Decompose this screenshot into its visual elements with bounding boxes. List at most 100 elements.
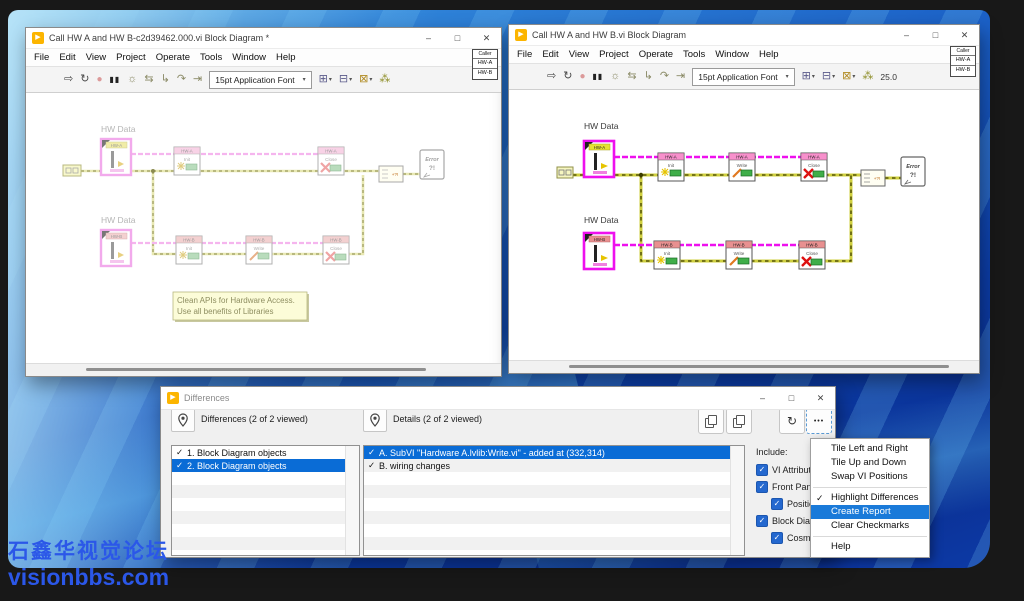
node-hwa-close[interactable]: HW-A Close	[318, 147, 344, 175]
reorder-objects-dropdown[interactable]: ⁂	[862, 71, 873, 82]
highlight-execution-icon[interactable]: ☼	[127, 74, 137, 85]
horizontal-scrollbar[interactable]	[509, 360, 979, 373]
reorder-objects-dropdown[interactable]: ⁂	[379, 74, 390, 85]
retain-wire-values-icon[interactable]: ⇆	[144, 74, 153, 85]
menu-item-view[interactable]: View	[81, 52, 111, 63]
error-dialog-node[interactable]: Error ?!	[901, 157, 925, 186]
step-out-icon[interactable]: ⇥	[676, 71, 685, 82]
titlebar[interactable]: ▶ Call HW A and HW B.vi Block Diagram – …	[509, 25, 979, 45]
menu-item-view[interactable]: View	[564, 49, 594, 60]
checkbox[interactable]: ✓	[756, 481, 768, 493]
pin-details-button[interactable]	[363, 408, 387, 432]
node-hwb-init[interactable]: HW-B Init	[176, 236, 202, 264]
node-hwa-init[interactable]: HW-A Init	[658, 153, 684, 181]
maximize-button[interactable]: □	[777, 388, 806, 408]
run-button[interactable]: ⇨	[64, 74, 73, 85]
error-constant[interactable]	[63, 165, 81, 176]
more-options-button[interactable]: •••	[806, 408, 832, 434]
distribute-objects-dropdown[interactable]: ⊟▾	[822, 71, 835, 82]
resize-objects-dropdown[interactable]: ⊠▾	[359, 74, 372, 85]
context-menu-item-create-report[interactable]: Create Report	[811, 505, 929, 519]
step-into-icon[interactable]: ↳	[644, 71, 653, 82]
node-hwb-init[interactable]: HW-B Init	[654, 241, 680, 269]
titlebar[interactable]: ▶ Call HW A and HW B-c2d39462.000.vi Blo…	[26, 28, 501, 48]
menu-item-tools[interactable]: Tools	[678, 49, 710, 60]
minimize-button[interactable]: –	[414, 28, 443, 48]
list-scrollbar[interactable]	[730, 446, 744, 555]
retain-wire-values-icon[interactable]: ⇆	[627, 71, 636, 82]
refresh-button[interactable]: ↻	[779, 408, 805, 434]
pause-button[interactable]: ▮▮	[109, 76, 120, 84]
minimize-button[interactable]: –	[892, 25, 921, 45]
scrollbar-thumb[interactable]	[569, 365, 949, 368]
merge-errors-node[interactable]: +?!	[379, 166, 403, 182]
node-hwb-write[interactable]: HW-B Write	[726, 241, 752, 269]
pause-button[interactable]: ▮▮	[592, 73, 603, 81]
highlight-execution-icon[interactable]: ☼	[610, 71, 620, 82]
context-menu-item-help[interactable]: Help	[811, 540, 929, 554]
merge-errors-node[interactable]: +?!	[861, 170, 885, 186]
step-over-icon[interactable]: ↷	[177, 74, 186, 85]
cluster-hwa-constant[interactable]: HW-A	[101, 139, 131, 175]
node-hwa-init[interactable]: HW-A Init	[174, 147, 200, 175]
context-menu-item-highlight-differences[interactable]: ✓Highlight Differences	[811, 491, 929, 505]
list-scrollbar[interactable]	[345, 446, 359, 555]
horizontal-scrollbar[interactable]	[26, 363, 501, 376]
pin-differences-button[interactable]	[171, 408, 195, 432]
cluster-hwb-constant[interactable]: HW-B	[584, 233, 614, 269]
abort-button[interactable]: ●	[579, 72, 585, 82]
menu-item-window[interactable]: Window	[227, 52, 271, 63]
menu-item-edit[interactable]: Edit	[54, 52, 80, 63]
menu-item-window[interactable]: Window	[710, 49, 754, 60]
maximize-button[interactable]: □	[921, 25, 950, 45]
menu-item-operate[interactable]: Operate	[151, 52, 195, 63]
list-item[interactable]: ✓1. Block Diagram objects	[172, 446, 346, 459]
run-button[interactable]: ⇨	[547, 71, 556, 82]
error-constant[interactable]	[557, 167, 573, 178]
distribute-objects-dropdown[interactable]: ⊟▾	[339, 74, 352, 85]
close-button[interactable]: ✕	[806, 388, 835, 408]
scrollbar-thumb[interactable]	[86, 368, 426, 371]
font-selector[interactable]: 15pt Application Font ▾	[209, 71, 311, 89]
error-dialog-node[interactable]: Error ?!	[420, 150, 444, 179]
menu-item-help[interactable]: Help	[271, 52, 301, 63]
resize-objects-dropdown[interactable]: ⊠▾	[842, 71, 855, 82]
context-menu-item-tile-up-and-down[interactable]: Tile Up and Down	[811, 456, 929, 470]
abort-button[interactable]: ●	[96, 75, 102, 85]
cluster-hwb-constant[interactable]: HW-B	[101, 230, 131, 266]
titlebar[interactable]: ▶ Differences – □ ✕	[161, 387, 835, 410]
menu-item-project[interactable]: Project	[594, 49, 634, 60]
step-out-icon[interactable]: ⇥	[193, 74, 202, 85]
context-menu-item-swap-vi-positions[interactable]: Swap VI Positions	[811, 470, 929, 484]
node-hwb-close[interactable]: HW-B Close	[323, 236, 349, 264]
step-over-icon[interactable]: ↷	[660, 71, 669, 82]
sticky-note[interactable]: Clean APIs for Hardware Access. Use all …	[173, 292, 309, 322]
maximize-button[interactable]: □	[443, 28, 472, 48]
run-continuous-button[interactable]: ↻	[80, 74, 89, 85]
checkbox[interactable]: ✓	[756, 464, 768, 476]
close-button[interactable]: ✕	[472, 28, 501, 48]
list-item[interactable]: ✓2. Block Diagram objects	[172, 459, 346, 472]
cluster-wire[interactable]	[131, 154, 323, 243]
minimize-button[interactable]: –	[748, 388, 777, 408]
node-hwb-close[interactable]: HW-B Close	[799, 241, 825, 269]
list-item[interactable]: ✓B. wiring changes	[364, 459, 731, 472]
differences-list[interactable]: ✓1. Block Diagram objects✓2. Block Diagr…	[171, 445, 360, 556]
copy-all-differences-button[interactable]	[726, 408, 752, 434]
menu-item-project[interactable]: Project	[111, 52, 151, 63]
menu-item-file[interactable]: File	[29, 52, 54, 63]
checkbox[interactable]: ✓	[771, 532, 783, 544]
close-button[interactable]: ✕	[950, 25, 979, 45]
node-hwa-close[interactable]: HW-A Close	[801, 153, 827, 181]
step-into-icon[interactable]: ↳	[161, 74, 170, 85]
align-objects-dropdown[interactable]: ⊞▾	[802, 71, 815, 82]
checkbox[interactable]: ✓	[756, 515, 768, 527]
align-objects-dropdown[interactable]: ⊞▾	[319, 74, 332, 85]
menu-item-help[interactable]: Help	[754, 49, 784, 60]
details-list[interactable]: ✓A. SubVI "Hardware A.lvlib:Write.vi" - …	[363, 445, 745, 556]
menu-item-edit[interactable]: Edit	[537, 49, 563, 60]
cluster-hwa-constant[interactable]: HW-A	[584, 141, 614, 177]
node-hwb-write[interactable]: HW-B Write	[246, 236, 272, 264]
checkbox[interactable]: ✓	[771, 498, 783, 510]
menu-item-tools[interactable]: Tools	[195, 52, 227, 63]
